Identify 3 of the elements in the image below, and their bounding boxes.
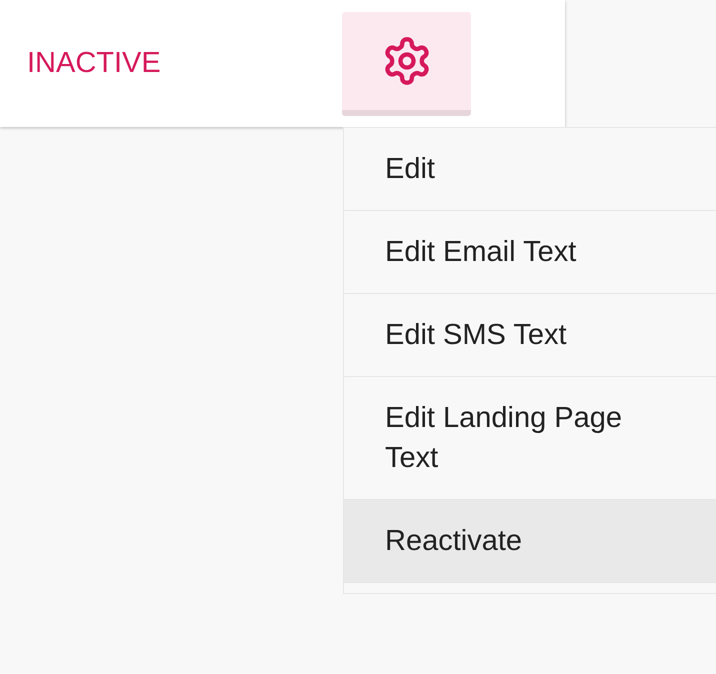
status-label: INACTIVE — [27, 46, 162, 81]
menu-item[interactable]: Reactivate — [344, 500, 716, 583]
settings-button[interactable] — [342, 12, 471, 116]
